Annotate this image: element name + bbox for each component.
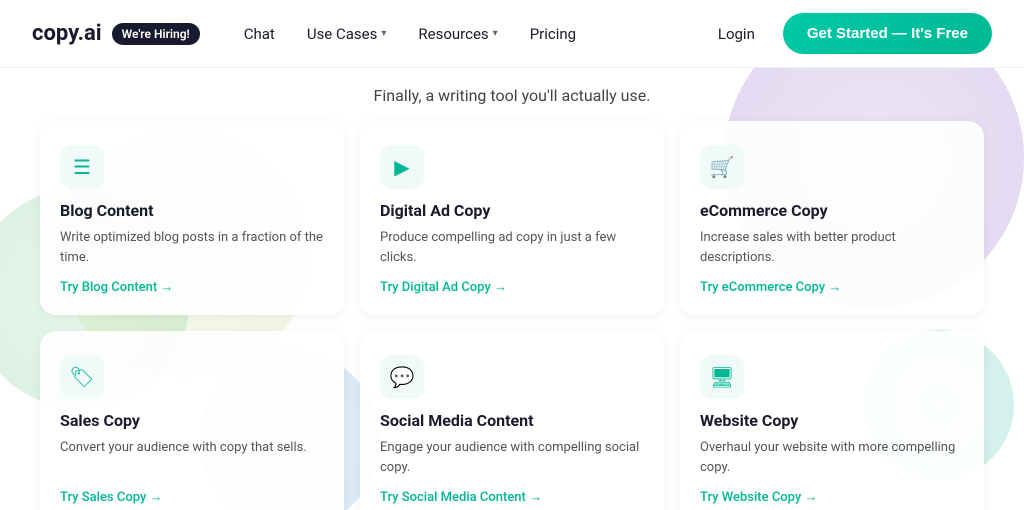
ecommerce-copy-icon: 🛒 — [710, 155, 735, 179]
card-link-digital-ad-copy[interactable]: Try Digital Ad Copy → — [380, 279, 644, 295]
card-sales-copy: 🏷 Sales Copy Convert your audience with … — [40, 331, 344, 510]
chevron-down-icon: ▾ — [381, 28, 386, 39]
card-link-ecommerce-copy[interactable]: Try eCommerce Copy → — [700, 279, 964, 295]
cards-grid: ☰ Blog Content Write optimized blog post… — [40, 121, 984, 510]
nav-right: Login Get Started — It's Free — [706, 13, 992, 54]
card-desc: Engage your audience with compelling soc… — [380, 438, 644, 477]
nav-use-cases[interactable]: Use Cases ▾ — [295, 17, 399, 51]
card-icon-wrap: 🛒 — [700, 145, 744, 189]
card-desc: Overhaul your website with more compelli… — [700, 438, 964, 477]
card-title: eCommerce Copy — [700, 201, 964, 220]
chevron-down-icon: ▾ — [493, 28, 498, 39]
nav-pricing[interactable]: Pricing — [518, 17, 588, 51]
card-icon-wrap: 🖥 — [700, 355, 744, 399]
card-desc: Increase sales with better product descr… — [700, 228, 964, 267]
login-button[interactable]: Login — [706, 17, 767, 51]
hiring-badge[interactable]: We're Hiring! — [112, 23, 200, 45]
card-title: Digital Ad Copy — [380, 201, 644, 220]
logo[interactable]: copy.ai We're Hiring! — [32, 21, 200, 46]
card-title: Social Media Content — [380, 411, 644, 430]
digital-ad-copy-icon: ▶ — [394, 155, 409, 179]
card-website-copy: 🖥 Website Copy Overhaul your website wit… — [680, 331, 984, 510]
card-ecommerce-copy: 🛒 eCommerce Copy Increase sales with bet… — [680, 121, 984, 315]
social-media-content-icon: 💬 — [390, 365, 415, 389]
blog-content-icon: ☰ — [73, 155, 91, 179]
nav-links: Chat Use Cases ▾ Resources ▾ Pricing — [232, 17, 706, 51]
subtitle: Finally, a writing tool you'll actually … — [40, 68, 984, 121]
card-desc: Convert your audience with copy that sel… — [60, 438, 324, 477]
card-icon-wrap: 💬 — [380, 355, 424, 399]
card-title: Blog Content — [60, 201, 324, 220]
nav-resources[interactable]: Resources ▾ — [406, 17, 509, 51]
card-desc: Produce compelling ad copy in just a few… — [380, 228, 644, 267]
card-title: Sales Copy — [60, 411, 324, 430]
card-icon-wrap: 🏷 — [60, 355, 104, 399]
card-blog-content: ☰ Blog Content Write optimized blog post… — [40, 121, 344, 315]
logo-text: copy.ai — [32, 21, 102, 46]
card-desc: Write optimized blog posts in a fraction… — [60, 228, 324, 267]
main-content: Finally, a writing tool you'll actually … — [0, 68, 1024, 510]
card-icon-wrap: ☰ — [60, 145, 104, 189]
website-copy-icon: 🖥 — [709, 365, 734, 389]
nav-chat[interactable]: Chat — [232, 17, 287, 51]
card-icon-wrap: ▶ — [380, 145, 424, 189]
card-title: Website Copy — [700, 411, 964, 430]
card-link-blog-content[interactable]: Try Blog Content → — [60, 279, 324, 295]
get-started-button[interactable]: Get Started — It's Free — [783, 13, 992, 54]
card-digital-ad-copy: ▶ Digital Ad Copy Produce compelling ad … — [360, 121, 664, 315]
navbar: copy.ai We're Hiring! Chat Use Cases ▾ R… — [0, 0, 1024, 68]
sales-copy-icon: 🏷 — [69, 365, 94, 389]
card-social-media-content: 💬 Social Media Content Engage your audie… — [360, 331, 664, 510]
card-link-website-copy[interactable]: Try Website Copy → — [700, 489, 964, 505]
card-link-sales-copy[interactable]: Try Sales Copy → — [60, 489, 324, 505]
card-link-social-media-content[interactable]: Try Social Media Content → — [380, 489, 644, 505]
